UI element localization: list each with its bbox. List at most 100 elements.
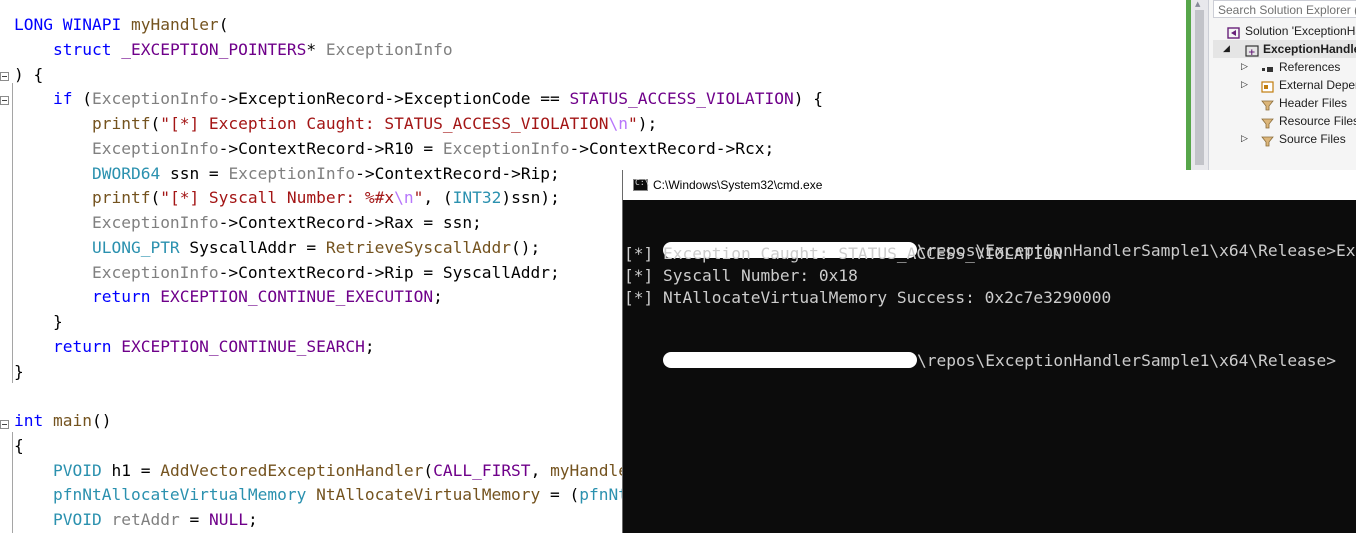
code-token: =	[179, 510, 209, 529]
code-line: printf("[*] Syscall Number: %#x\n", (INT…	[14, 188, 560, 213]
code-token: main	[53, 411, 92, 430]
tree-item-resource-files[interactable]: Resource Files	[1241, 112, 1356, 130]
code-line: PVOID h1 = AddVectoredExceptionHandler(C…	[14, 461, 657, 486]
code-token: printf	[91, 188, 151, 208]
chevron-right-icon[interactable]: ▷	[1241, 58, 1248, 76]
code-token: ->ContextRecord->Rip = SyscallAddr;	[218, 262, 560, 282]
tree-project[interactable]: ◢ + ExceptionHandlerSample1	[1213, 40, 1356, 58]
tree-label: References	[1279, 60, 1341, 74]
code-line: ExceptionInfo->ContextRecord->R10 = Exce…	[14, 139, 774, 164]
scroll-up-icon[interactable]: ▲	[1195, 0, 1200, 8]
code-token: ULONG_PTR	[91, 237, 180, 257]
vertical-scrollbar[interactable]: ▲	[1191, 0, 1208, 170]
code-token: (	[72, 89, 92, 109]
solution-search-input[interactable]: Search Solution Explorer (Ctrl+;)	[1213, 0, 1356, 18]
outline-guide	[12, 83, 13, 383]
code-token: (	[218, 15, 229, 34]
code-line: struct _EXCEPTION_POINTERS* ExceptionInf…	[14, 40, 453, 65]
code-line: if (ExceptionInfo->ExceptionRecord->Exce…	[14, 89, 823, 114]
tree-item-references[interactable]: ▷ References	[1241, 58, 1340, 76]
cmd-prompt-line: \repos\ExceptionHandlerSample1\x64\Relea…	[624, 332, 1336, 370]
cmd-title-bar[interactable]: C:\ C:\Windows\System32\cmd.exe	[623, 170, 1356, 200]
filter-folder-icon	[1261, 116, 1275, 129]
code-token: ->ContextRecord->Rip;	[355, 163, 560, 183]
cmd-window[interactable]: C:\ C:\Windows\System32\cmd.exe \repos\E…	[622, 170, 1356, 533]
code-token: ;	[364, 336, 375, 356]
code-token: ExceptionInfo	[228, 163, 356, 183]
code-token: ;	[433, 287, 443, 307]
code-token: SyscallAddr =	[179, 237, 326, 257]
code-token: , (	[423, 188, 453, 208]
code-token: EXCEPTION_CONTINUE_SEARCH	[121, 336, 365, 356]
code-token: }	[14, 312, 63, 331]
code-line: {	[14, 436, 24, 461]
cmd-title: C:\Windows\System32\cmd.exe	[653, 178, 823, 192]
solution-icon	[1227, 26, 1241, 39]
code-token: DWORD64	[91, 163, 161, 183]
code-token: RetrieveSyscallAddr	[325, 237, 512, 257]
collapse-icon[interactable]	[0, 72, 9, 81]
code-token: retAddr	[111, 510, 180, 529]
code-token: ->ContextRecord->Rax = ssn;	[218, 213, 482, 232]
code-token: \n	[394, 188, 414, 208]
tree-label: Resource Files	[1279, 114, 1356, 128]
code-line: }	[14, 362, 24, 387]
tree-label: External Dependencies	[1279, 78, 1356, 92]
filter-folder-icon	[1261, 134, 1275, 147]
code-token: ExceptionInfo	[91, 89, 219, 109]
code-line: return EXCEPTION_CONTINUE_EXECUTION;	[14, 287, 443, 312]
filter-folder-icon	[1261, 98, 1275, 111]
code-token: "[*] Exception Caught: STATUS_ACCESS_VIO…	[160, 114, 609, 133]
code-token: (	[150, 114, 161, 133]
code-token: printf	[91, 114, 151, 133]
chevron-right-icon[interactable]: ▷	[1241, 130, 1248, 148]
code-token: return	[91, 287, 151, 307]
cmd-output-line: [*] Syscall Number: 0x18	[624, 266, 858, 285]
code-token: }	[14, 361, 24, 381]
tree-item-external-deps[interactable]: ▷ External Dependencies	[1241, 76, 1356, 94]
chevron-right-icon[interactable]: ▷	[1241, 76, 1248, 94]
cmd-output-line: [*] NtAllocateVirtualMemory Success: 0x2…	[624, 288, 1112, 307]
code-token: \n	[608, 114, 629, 133]
tree-item-header-files[interactable]: Header Files	[1241, 94, 1347, 112]
tree-item-source-files[interactable]: ▷ Source Files	[1241, 130, 1346, 148]
redaction-mark	[662, 351, 917, 368]
code-token: (	[423, 460, 434, 480]
code-token: ();	[511, 237, 541, 257]
code-token: PVOID	[52, 510, 102, 529]
collapse-icon[interactable]	[0, 420, 9, 429]
cmd-prompt-path: \repos\ExceptionHandlerSample1\x64\Relea…	[916, 351, 1337, 370]
code-token: ) {	[14, 64, 44, 84]
tree-label: ExceptionHandlerSample1	[1263, 42, 1356, 56]
collapse-icon[interactable]	[0, 96, 9, 105]
code-token: ExceptionInfo	[91, 213, 219, 232]
code-token: ExceptionInfo	[325, 39, 453, 59]
tree-label: Source Files	[1279, 132, 1346, 146]
code-token: ExceptionInfo	[91, 138, 219, 158]
code-line: ) {	[14, 65, 43, 90]
code-token: NULL	[208, 510, 248, 529]
tree-solution[interactable]: Solution 'ExceptionHandlerSample1'	[1227, 22, 1356, 40]
scrollbar-thumb[interactable]	[1195, 10, 1204, 165]
svg-text:+: +	[1248, 48, 1256, 57]
chevron-down-icon[interactable]: ◢	[1223, 40, 1230, 58]
code-token: NtAllocateVirtualMemory	[316, 485, 541, 505]
code-line: ExceptionInfo->ContextRecord->Rax = ssn;	[14, 213, 482, 238]
code-token: INT32	[452, 188, 502, 208]
